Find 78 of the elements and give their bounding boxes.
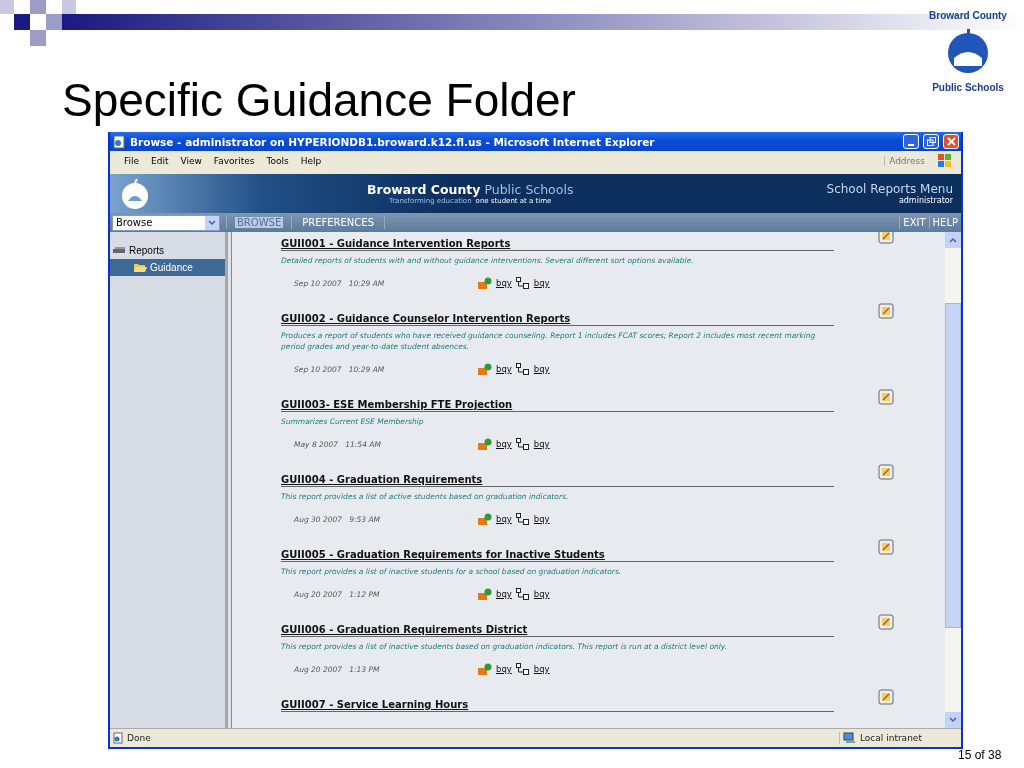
bqy-link[interactable]: bqy — [496, 514, 512, 524]
tree-item[interactable]: Reports — [110, 242, 225, 259]
folder-icon — [133, 262, 147, 273]
window-title: Browse - administrator on HYPERIONDB1.broward.k12.fl.us - Microsoft Internet Explorer — [130, 135, 656, 148]
run-report-icon[interactable] — [478, 588, 492, 600]
bqy-link[interactable]: bqy — [496, 278, 512, 288]
bqy-link[interactable]: bqy — [496, 364, 512, 374]
tree-item[interactable]: Guidance — [110, 259, 225, 276]
hierarchy-icon[interactable] — [515, 277, 530, 289]
logo-text: Broward County — [928, 10, 1008, 21]
report-title-link[interactable]: GUII005 - Graduation Requirements for Inactive Students — [281, 549, 834, 562]
bqy-link[interactable]: bqy — [496, 664, 512, 674]
report-title-link[interactable]: GUII001 - Guidance Intervention Reports — [281, 238, 834, 251]
user-name: administrator — [898, 196, 953, 205]
report-title-link[interactable]: GUII007 - Service Learning Hours — [281, 699, 834, 712]
bqy-link[interactable]: bqy — [496, 589, 512, 599]
bqy-link[interactable]: bqy — [533, 439, 550, 449]
drawer-icon — [113, 246, 126, 255]
hierarchy-icon[interactable] — [515, 438, 530, 450]
edit-icon[interactable] — [878, 303, 894, 319]
bqy-link[interactable]: bqy — [496, 439, 512, 449]
nav-link[interactable]: HELP — [929, 217, 961, 228]
edit-icon[interactable] — [878, 389, 894, 405]
run-report-icon[interactable] — [478, 663, 492, 675]
caret-icon — [208, 219, 216, 226]
run-report-icon[interactable] — [478, 438, 492, 450]
bqy-link[interactable]: bqy — [533, 514, 550, 524]
school-name: Broward County — [367, 182, 481, 197]
page-icon — [112, 732, 124, 744]
bqy-link[interactable]: bqy — [533, 664, 550, 674]
logo-text: Public Schools — [931, 82, 1005, 93]
edit-icon[interactable] — [878, 614, 894, 630]
menu-item[interactable]: Help — [294, 156, 328, 166]
menu-title: School Reports Menu — [826, 182, 953, 196]
hierarchy-icon[interactable] — [515, 663, 530, 675]
menu-item[interactable]: Tools — [260, 156, 295, 166]
minimize-button[interactable] — [903, 134, 919, 149]
school-name: Public Schools — [484, 182, 574, 197]
report-title-link[interactable]: GUII006 - Graduation Requirements District — [281, 624, 834, 637]
menu-item[interactable]: Edit — [145, 156, 175, 166]
menu-item[interactable]: Favorites — [207, 156, 261, 166]
page-icon — [112, 134, 126, 149]
address-label: Address — [884, 156, 929, 166]
menu-item[interactable]: File — [118, 156, 146, 166]
hierarchy-icon[interactable] — [515, 588, 530, 600]
view-dropdown[interactable]: Browse — [112, 214, 220, 231]
status-text: Done — [127, 733, 151, 743]
scroll-up-icon — [949, 237, 957, 243]
bqy-link[interactable]: bqy — [533, 278, 550, 288]
edit-icon[interactable] — [878, 689, 894, 705]
run-report-icon[interactable] — [478, 513, 492, 525]
bqy-link[interactable]: bqy — [533, 364, 550, 374]
school-logo-icon — [946, 26, 990, 76]
restore-icon — [926, 137, 936, 146]
menu-item[interactable]: View — [174, 156, 208, 166]
edit-icon[interactable] — [878, 232, 894, 244]
hierarchy-icon[interactable] — [515, 363, 530, 375]
scrollbar[interactable] — [945, 232, 961, 728]
close-button[interactable] — [943, 134, 959, 149]
hierarchy-icon[interactable] — [515, 513, 530, 525]
page-number: 15 of 38 — [958, 747, 1002, 764]
minimize-icon — [908, 144, 914, 146]
report-title-link[interactable]: GUII002 - Guidance Counselor Intervention Reports — [281, 313, 834, 326]
close-icon — [946, 137, 956, 146]
scroll-down-icon — [949, 717, 957, 723]
nav-link[interactable]: EXIT — [900, 217, 929, 228]
nav-tab[interactable]: PREFERENCES — [300, 217, 376, 228]
run-report-icon[interactable] — [478, 277, 492, 289]
report-title-link[interactable]: GUII004 - Graduation Requirements — [281, 474, 834, 487]
report-title-link[interactable]: GUII003- ESE Membership FTE Projection — [281, 399, 834, 412]
run-report-icon[interactable] — [478, 363, 492, 375]
edit-icon[interactable] — [878, 464, 894, 480]
slide-title: Specific Guidance Folder — [62, 73, 576, 128]
restore-button[interactable] — [923, 134, 939, 149]
zone-text: Local intranet — [860, 733, 922, 743]
bqy-link[interactable]: bqy — [533, 589, 550, 599]
edit-icon[interactable] — [878, 539, 894, 555]
computer-icon — [843, 732, 857, 744]
